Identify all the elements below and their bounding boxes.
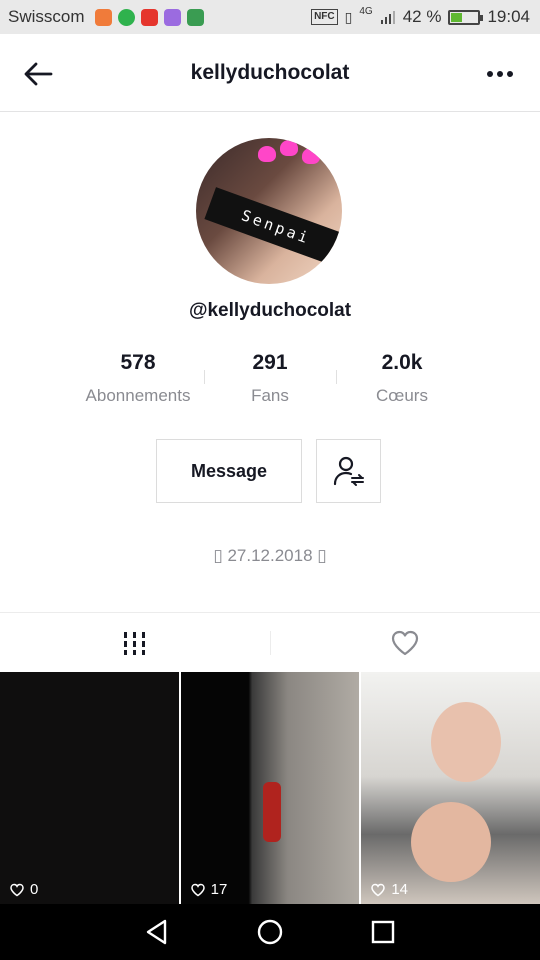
triangle-back-icon (146, 919, 166, 945)
nav-recents-button[interactable] (363, 912, 403, 952)
video-like-count: 17 (210, 881, 228, 898)
bio-text: ▯ 27.12.2018 ▯ (213, 546, 327, 565)
video-likes: 17 (190, 881, 228, 898)
thumbnail-face (411, 802, 492, 882)
page-title: kellyduchocolat (190, 60, 350, 84)
maps-icon (186, 8, 204, 26)
video-thumbnail[interactable]: 14 (361, 672, 540, 904)
signal-icon (380, 11, 395, 24)
avatar[interactable]: Senpai (196, 138, 342, 284)
back-arrow-icon (24, 62, 53, 86)
nfc-icon: NFC (311, 9, 338, 25)
heart-outline-icon (190, 883, 205, 896)
avatar-overlay-text: Senpai (204, 187, 342, 267)
profile-stats: 578 Abonnements 291 Fans 2.0k Cœurs (72, 348, 468, 418)
stat-following[interactable]: 578 Abonnements (72, 348, 204, 418)
video-like-count: 0 (30, 881, 39, 898)
stat-hearts: 2.0k Cœurs (336, 348, 468, 418)
profile-username: @kellyduchocolat (188, 300, 352, 321)
stat-value: 291 (252, 351, 288, 374)
heart-sticker (302, 148, 320, 164)
video-likes: 0 (9, 881, 38, 898)
tab-liked[interactable] (270, 613, 540, 672)
nav-back-button[interactable] (137, 912, 177, 952)
square-recents-icon (372, 920, 395, 944)
thumbnail-figure (262, 782, 281, 842)
message-button[interactable]: Message (156, 439, 302, 503)
battery-percent: 42 % (402, 7, 442, 26)
profile-tabs (0, 612, 540, 672)
video-like-count: 14 (391, 881, 409, 898)
status-bar-left: Swisscom (8, 7, 204, 27)
vibrate-icon: ▯ (344, 8, 353, 25)
profile-header: kellyduchocolat (0, 34, 540, 112)
more-dots-icon (487, 71, 493, 77)
heart-sticker (258, 146, 276, 162)
carrier-name: Swisscom (8, 7, 85, 26)
heart-outline-icon (391, 630, 419, 655)
video-grid: 0 17 14 (0, 672, 540, 904)
heart-sticker (280, 140, 298, 156)
app-notification-icon (94, 8, 112, 26)
circle-home-icon (257, 919, 283, 945)
tab-videos[interactable] (0, 613, 270, 672)
video-likes: 14 (370, 881, 408, 898)
status-bar-right: NFC ▯ 4G 42 % 19:04 (311, 5, 530, 27)
nav-home-button[interactable] (250, 912, 290, 952)
stat-label: Fans (251, 386, 289, 405)
stat-label: Cœurs (376, 386, 428, 405)
whatsapp-icon (117, 8, 135, 26)
stat-fans[interactable]: 291 Fans (204, 348, 336, 418)
status-bar: Swisscom NFC ▯ 4G 42 % 19:04 (0, 0, 540, 34)
back-button[interactable] (18, 54, 58, 94)
videos-grid-icon (124, 631, 145, 655)
more-options-button[interactable] (480, 58, 520, 90)
follow-button[interactable] (316, 439, 381, 503)
system-nav-bar (0, 904, 540, 960)
video-thumbnail[interactable]: 17 (180, 672, 360, 904)
app-notification-icon-2 (163, 8, 181, 26)
clock: 19:04 (487, 7, 530, 26)
heart-outline-icon (371, 883, 386, 896)
stat-value: 578 (120, 351, 156, 374)
stat-label: Abonnements (85, 386, 191, 405)
more-dot (497, 71, 503, 77)
more-dot (507, 71, 513, 77)
add-friend-icon (333, 456, 364, 486)
video-thumbnail[interactable]: 0 (0, 672, 179, 904)
thumbnail-face (431, 702, 502, 782)
youtube-icon (140, 8, 158, 26)
battery-icon (448, 9, 484, 25)
network-type: 4G (359, 5, 373, 17)
stat-value: 2.0k (381, 351, 423, 374)
heart-outline-icon (10, 883, 24, 896)
